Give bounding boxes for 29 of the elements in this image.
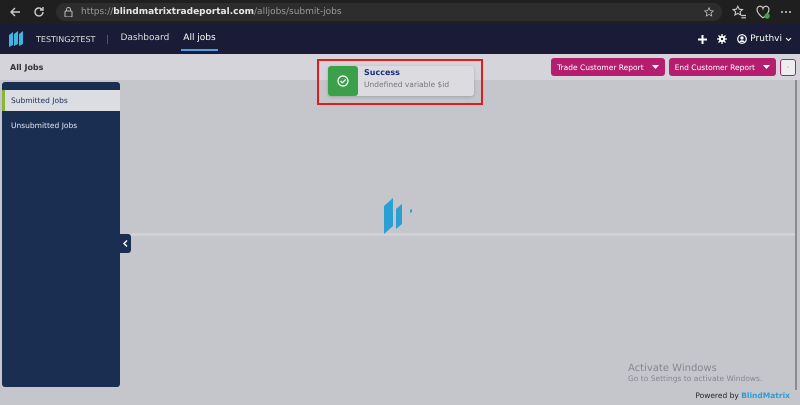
back-icon[interactable]: [8, 5, 22, 19]
chevron-down-icon: [785, 36, 792, 42]
plus-icon[interactable]: [698, 34, 708, 44]
health-icon[interactable]: [756, 5, 770, 19]
user-icon: [737, 34, 748, 44]
star-icon[interactable]: [704, 7, 714, 17]
more-icon[interactable]: [780, 10, 792, 14]
activation-title: Activate Windows: [628, 363, 718, 374]
nav-link[interactable]: All jobs: [181, 27, 218, 51]
company-name: TESTING2TEST: [36, 34, 108, 44]
user-menu[interactable]: Pruthvi: [737, 34, 792, 44]
more-button[interactable]: [780, 58, 796, 76]
settings-icon[interactable]: [717, 34, 728, 44]
logo-icon[interactable]: [8, 31, 26, 47]
user-name: Pruthvi: [750, 34, 782, 44]
page-title: All Jobs: [10, 62, 44, 72]
url-text: https://blindmatrixtradeportal.com/alljobs/submit-jobs: [81, 7, 342, 17]
nav-link[interactable]: Dashboard: [118, 27, 172, 51]
refresh-icon[interactable]: [32, 5, 46, 19]
caret-icon: [763, 64, 770, 70]
collapse-button[interactable]: [120, 234, 131, 253]
chevron-left-icon: [123, 240, 128, 247]
check-circle-icon: [337, 75, 349, 87]
loader-icon: [381, 196, 413, 236]
address-bar[interactable]: https://blindmatrixtradeportal.com/alljobs/submit-jobs: [56, 3, 722, 21]
lock-icon: [64, 7, 73, 17]
caret-icon: [652, 64, 659, 70]
toast-title: Success: [364, 68, 401, 77]
favorites-icon[interactable]: [732, 5, 746, 19]
